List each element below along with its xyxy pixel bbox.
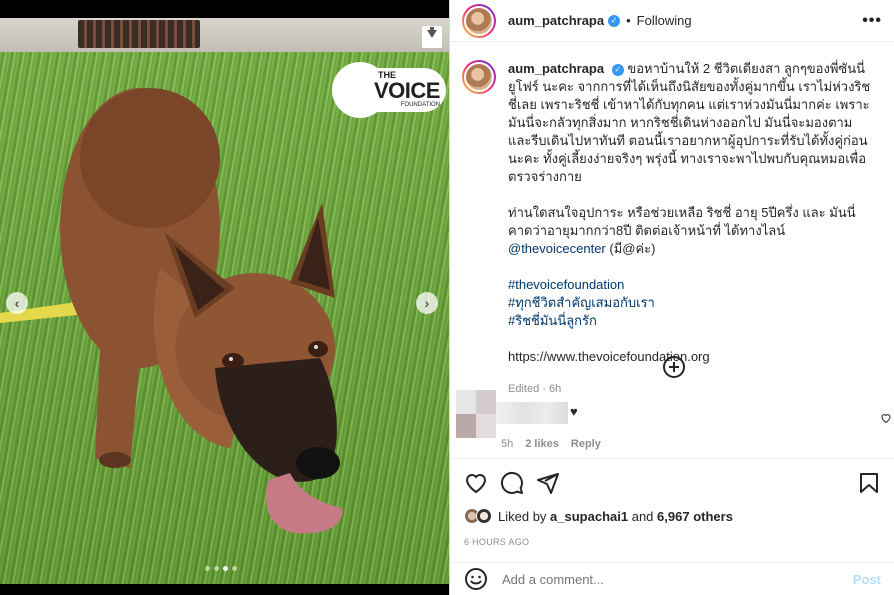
chevron-right-icon: › [424, 295, 430, 311]
carousel-dot [232, 566, 237, 571]
voice-foundation-logo: THE VOICE FOUNDATION [332, 58, 446, 118]
heart-icon[interactable] [464, 471, 488, 495]
author-avatar[interactable] [462, 3, 496, 38]
likes-middle: and [631, 508, 654, 524]
liker-username[interactable]: a_supachai1 [550, 509, 628, 524]
hashtag-link[interactable]: #ทุกชีวิตสำคัญเสมอกับเรา [508, 294, 872, 312]
comment-meta: 5h 2 likes Reply [501, 438, 601, 450]
caption-url: https://www.thevoicefoundation.org [508, 349, 710, 364]
avatar-image [464, 62, 494, 92]
action-bar [450, 458, 894, 506]
hashtag-link[interactable]: #thevoicefoundation [508, 276, 872, 294]
likes-count[interactable]: 6,967 others [657, 509, 733, 524]
post-photo[interactable]: THE VOICE FOUNDATION [0, 18, 449, 584]
bookmark-icon[interactable] [857, 471, 881, 495]
author-username[interactable]: aum_patchrapa [508, 13, 604, 28]
comment-icon[interactable] [500, 471, 524, 495]
caption-paragraph-1: aum_patchrapa ✓ ขอหาบ้านให้ 2 ชีวิตเดียง… [508, 60, 872, 186]
hashtag-list: #thevoicefoundation #ทุกชีวิตสำคัญเสมอกั… [508, 276, 872, 330]
likes-prefix: Liked by [498, 508, 547, 524]
add-comment-bar: Post [450, 562, 894, 595]
header-separator: • [626, 13, 631, 28]
chevron-left-icon: ‹ [14, 295, 20, 311]
share-icon[interactable] [536, 471, 560, 495]
commenter-name-blurred [496, 402, 568, 424]
comment-item: ♥ 5h 2 likes Reply [456, 390, 891, 454]
hashtag-link[interactable]: #ริชชี่มันนี่ลูกรัก [508, 312, 872, 330]
likes-summary: Liked by a_supachai1 and 6,967 others [464, 508, 733, 524]
carousel-dot-active [223, 566, 228, 571]
logo-badge: THE VOICE FOUNDATION [368, 68, 446, 112]
caption-paragraph-2: ท่านใดสนใจอุปการะ หรือช่วยเหลือ ริชชี่ อ… [508, 204, 872, 258]
comment-input[interactable] [502, 571, 853, 587]
comment-reply-button[interactable]: Reply [571, 438, 601, 450]
more-options-icon[interactable]: ••• [862, 12, 882, 30]
download-icon[interactable] [422, 26, 442, 48]
verified-badge-icon: ✓ [608, 14, 621, 27]
comment-like-icon[interactable] [880, 412, 892, 424]
media-panel: THE VOICE FOUNDATION ‹ › [0, 0, 449, 595]
avatar-image [464, 5, 494, 36]
likes-text: Liked by a_supachai1 and 6,967 others [498, 509, 733, 524]
carousel-next-button[interactable]: › [416, 292, 438, 314]
caption-text-1: ขอหาบ้านให้ 2 ชีวิตเดียงสา ลูกๆของพี่ซัน… [508, 61, 871, 184]
post-timestamp[interactable]: 6 HOURS AGO [464, 537, 529, 547]
instagram-post-view: THE VOICE FOUNDATION ‹ › aum_patchrapa ✓… [0, 0, 894, 595]
comment-time: 5h [501, 438, 514, 450]
emoji-icon[interactable] [464, 567, 488, 591]
logo-line2: VOICE [374, 78, 440, 103]
verified-badge-icon: ✓ [611, 63, 624, 76]
post-header: aum_patchrapa ✓ • Following ••• [450, 0, 894, 42]
load-more-comments-icon[interactable] [663, 356, 685, 378]
comment-likes[interactable]: 2 likes [525, 438, 559, 450]
mention-link[interactable]: @thevoicecenter [508, 241, 606, 256]
caption-body: aum_patchrapa ✓ ขอหาบ้านให้ 2 ชีวิตเดียง… [508, 60, 872, 398]
post-caption: aum_patchrapa ✓ ขอหาบ้านให้ 2 ชีวิตเดียง… [450, 42, 894, 398]
liker-avatar [476, 508, 492, 524]
carousel-dots [205, 566, 237, 571]
carousel-dot [205, 566, 210, 571]
comment-heart-emoji: ♥ [570, 404, 578, 419]
post-sidebar: aum_patchrapa ✓ • Following ••• aum_patc… [449, 0, 894, 595]
post-comment-button[interactable]: Post [853, 572, 881, 587]
carousel-dot [214, 566, 219, 571]
caption-text-2-end: (มี@ค่ะ) [609, 241, 656, 256]
carousel-prev-button[interactable]: ‹ [6, 292, 28, 314]
caption-username[interactable]: aum_patchrapa [508, 61, 604, 76]
following-button[interactable]: Following [637, 13, 692, 28]
caption-text-2: ท่านใดสนใจอุปการะ หรือช่วยเหลือ ริชชี่ อ… [508, 205, 856, 238]
caption-avatar[interactable] [462, 60, 496, 94]
commenter-avatar[interactable] [456, 390, 496, 438]
